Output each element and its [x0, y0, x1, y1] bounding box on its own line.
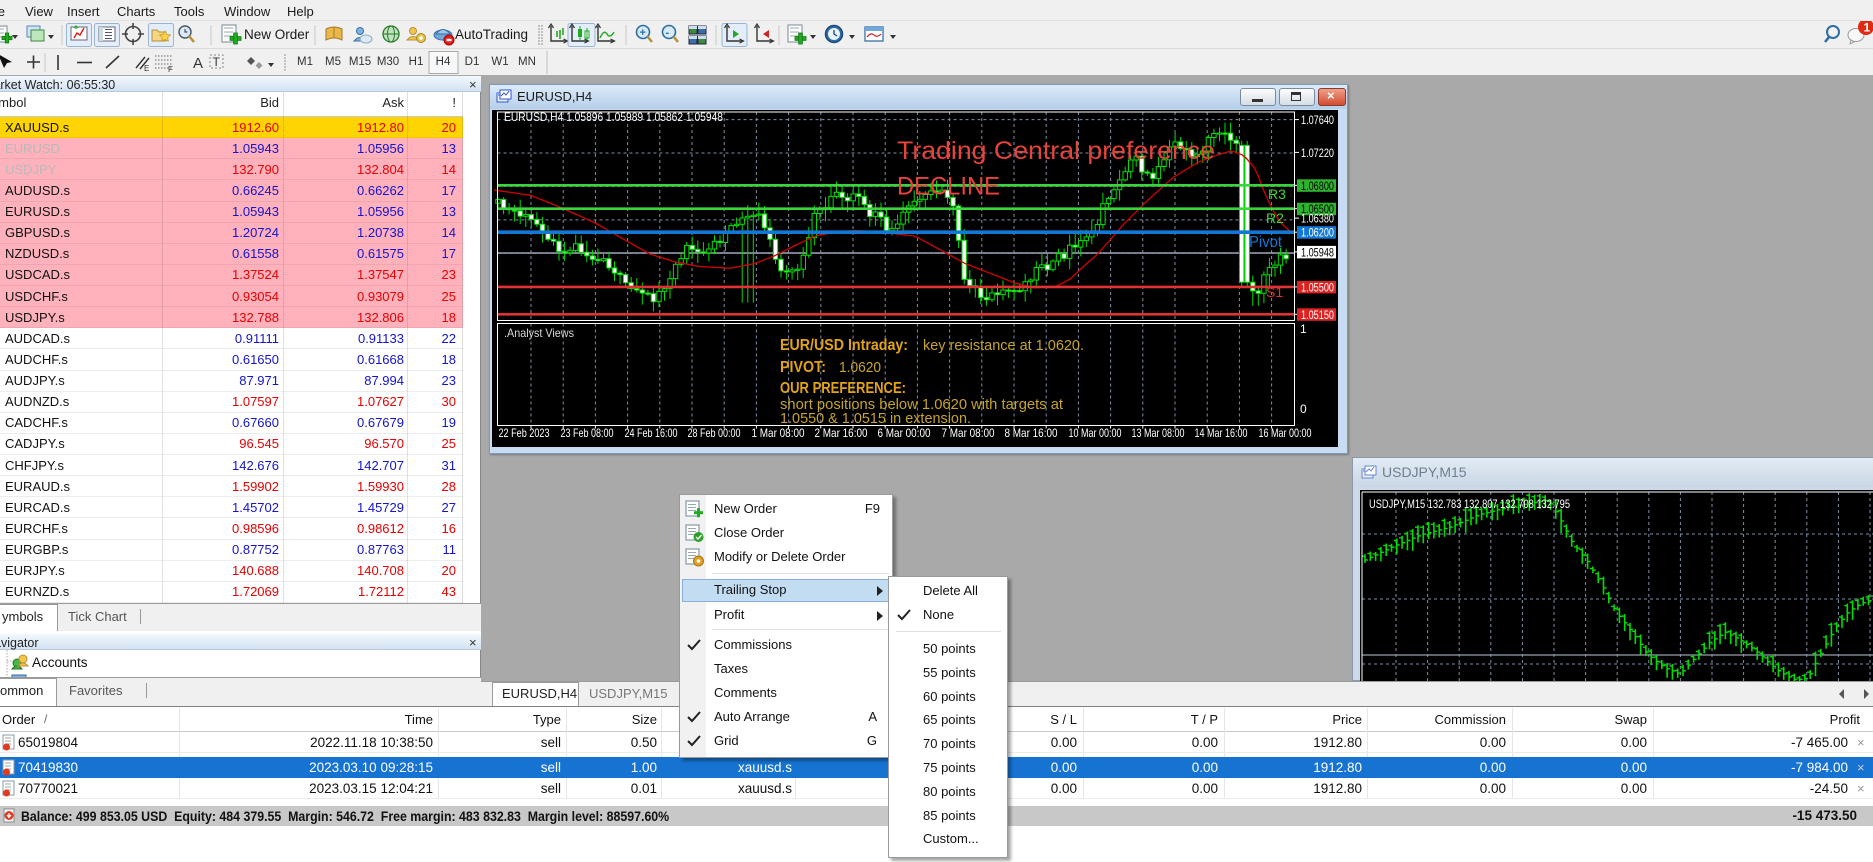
svg-text:1 Mar 08:00: 1 Mar 08:00	[752, 426, 805, 440]
svg-text:1.0550 & 1.0515 in extension.: 1.0550 & 1.0515 in extension.	[780, 410, 971, 427]
svg-text:key resistance at 1.0620.: key resistance at 1.0620.	[923, 337, 1084, 354]
svg-text:F: F	[168, 65, 173, 74]
svg-text:2 Mar 16:00: 2 Mar 16:00	[815, 426, 868, 440]
svg-text:1.05150: 1.05150	[1301, 308, 1334, 322]
svg-text:23 Feb 08:00: 23 Feb 08:00	[561, 426, 614, 440]
svg-text:0: 0	[1300, 402, 1307, 416]
svg-text:1.06380: 1.06380	[1301, 212, 1334, 226]
svg-text:16 Mar 00:00: 16 Mar 00:00	[1259, 426, 1312, 440]
svg-text:EUR/USD Intraday:: EUR/USD Intraday:	[780, 337, 908, 354]
svg-text:S1: S1	[1266, 284, 1283, 300]
svg-text:10 Mar 00:00: 10 Mar 00:00	[1069, 426, 1122, 440]
svg-text:13 Mar 08:00: 13 Mar 08:00	[1132, 426, 1185, 440]
svg-text:EURUSD,H4 1.05896 1.05989 1.05: EURUSD,H4 1.05896 1.05989 1.05862 1.0594…	[504, 110, 723, 124]
svg-text:E: E	[144, 64, 149, 73]
svg-text:1.07640: 1.07640	[1301, 113, 1334, 127]
svg-text:28 Feb 00:00: 28 Feb 00:00	[688, 426, 741, 440]
svg-text:+: +	[640, 27, 646, 39]
svg-text:1.07220: 1.07220	[1301, 146, 1334, 160]
svg-text:Trading Central preference: Trading Central preference	[897, 137, 1215, 165]
svg-text:R2: R2	[1266, 210, 1284, 226]
svg-text:22 Feb 2023: 22 Feb 2023	[499, 426, 550, 440]
svg-text:1: 1	[1300, 322, 1307, 336]
svg-text:1.05948: 1.05948	[1301, 245, 1334, 259]
svg-text:1: 1	[1864, 21, 1871, 35]
svg-text:1.0620: 1.0620	[839, 359, 881, 376]
svg-text:DECLINE: DECLINE	[897, 173, 1000, 201]
svg-text:R3: R3	[1268, 186, 1286, 202]
svg-text:-: -	[666, 27, 670, 39]
svg-text:OUR PREFERENCE:: OUR PREFERENCE:	[780, 380, 906, 397]
svg-text:8 Mar 16:00: 8 Mar 16:00	[1005, 426, 1058, 440]
svg-text:PIVOT:: PIVOT:	[780, 359, 826, 376]
svg-text:1.06200: 1.06200	[1301, 226, 1334, 240]
svg-text:.Analyst Views: .Analyst Views	[504, 326, 574, 340]
svg-text:24 Feb 16:00: 24 Feb 16:00	[625, 426, 678, 440]
svg-text:1.05500: 1.05500	[1301, 280, 1334, 294]
svg-text:Pivot: Pivot	[1249, 234, 1283, 251]
svg-text:T: T	[213, 55, 221, 69]
svg-text:1.06800: 1.06800	[1301, 179, 1334, 193]
svg-text:USDJPY,M15 132.783 132.807 132: USDJPY,M15 132.783 132.807 132.708 132.7…	[1369, 497, 1570, 511]
svg-text:A: A	[193, 55, 203, 72]
